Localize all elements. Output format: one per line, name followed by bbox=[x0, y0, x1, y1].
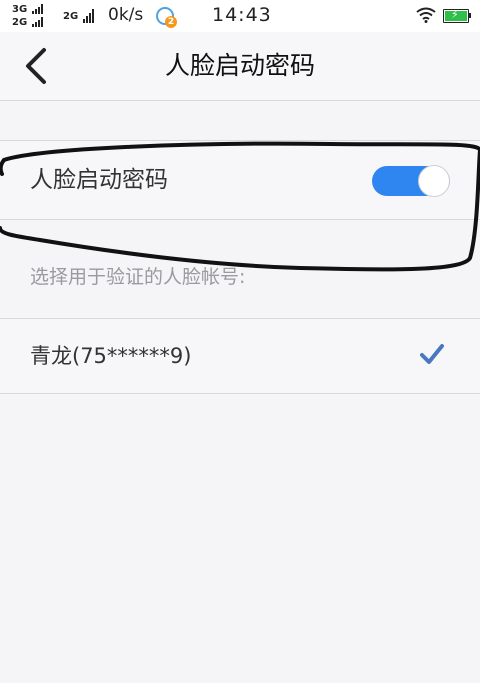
status-bar: 3G 2G 2G 0k/s 2 14:43 ⚡ bbox=[0, 0, 480, 32]
nav-bar: 人脸启动密码 bbox=[0, 32, 480, 101]
account-label: 青龙(75******9) bbox=[30, 344, 192, 368]
charging-icon: ⚡ bbox=[451, 8, 459, 21]
network-type-label: 2G bbox=[12, 17, 28, 28]
wifi-icon bbox=[416, 7, 436, 23]
notification-badge: 2 bbox=[165, 16, 177, 28]
page-title: 人脸启动密码 bbox=[164, 51, 315, 80]
toggle-knob bbox=[418, 165, 450, 197]
account-selection-hint: 选择用于验证的人脸帐号: bbox=[30, 266, 246, 288]
battery-icon: ⚡ bbox=[443, 9, 469, 23]
signal-strength-icon bbox=[32, 4, 43, 14]
face-unlock-label: 人脸启动密码 bbox=[30, 167, 168, 193]
network-speed: 0k/s bbox=[108, 5, 144, 25]
signal-strength-icon bbox=[83, 9, 94, 23]
notification-icon: 2 bbox=[156, 7, 178, 29]
clock: 14:43 bbox=[212, 4, 272, 26]
network-type-label: 2G bbox=[63, 11, 79, 22]
checkmark-icon bbox=[420, 344, 444, 364]
battery-tip bbox=[469, 13, 471, 18]
signal-strength-icon bbox=[32, 17, 43, 27]
account-row[interactable]: 青龙(75******9) bbox=[0, 318, 480, 394]
network-type-label: 3G bbox=[12, 4, 28, 15]
face-unlock-row[interactable]: 人脸启动密码 bbox=[0, 140, 480, 220]
face-unlock-toggle[interactable] bbox=[372, 165, 450, 197]
